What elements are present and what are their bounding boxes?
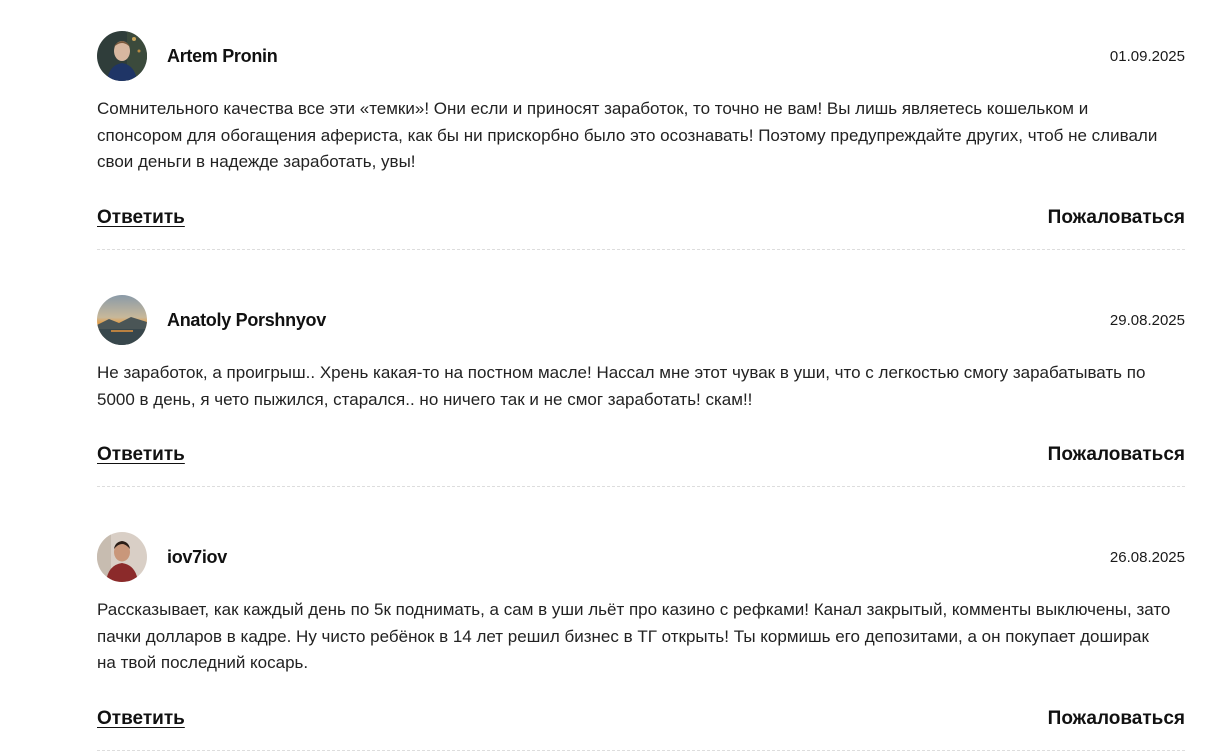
report-link[interactable]: Пожаловаться <box>1048 444 1185 466</box>
avatar[interactable] <box>97 295 147 345</box>
author-name: iov7iov <box>167 547 227 567</box>
author-name: Artem Pronin <box>167 46 278 66</box>
comment-header: Artem Pronin 01.09.2025 <box>97 31 1185 81</box>
avatar[interactable] <box>97 532 147 582</box>
comment-date: 29.08.2025 <box>1109 312 1185 329</box>
reply-link[interactable]: Ответить <box>97 708 185 730</box>
reply-link[interactable]: Ответить <box>97 444 185 466</box>
comment-item: Anatoly Porshnyov 29.08.2025 Не заработо… <box>97 295 1185 487</box>
comment-actions: Ответить Пожаловаться <box>97 436 1185 476</box>
reply-link[interactable]: Ответить <box>97 207 185 229</box>
comment-actions: Ответить Пожаловаться <box>97 199 1185 239</box>
comment-header: Anatoly Porshnyov 29.08.2025 <box>97 295 1185 345</box>
comment-date: 01.09.2025 <box>1109 48 1185 65</box>
comment-date: 26.08.2025 <box>1109 549 1185 566</box>
comment-header: iov7iov 26.08.2025 <box>97 532 1185 582</box>
report-link[interactable]: Пожаловаться <box>1048 207 1185 229</box>
comment-text: Не заработок, а проигрыш.. Хрень какая-т… <box>97 363 1146 409</box>
comment-actions: Ответить Пожаловаться <box>97 700 1185 740</box>
comment-text: Сомнительного качества все эти «темки»! … <box>97 99 1158 171</box>
avatar[interactable] <box>97 31 147 81</box>
comment-item: Artem Pronin 01.09.2025 Сомнительного ка… <box>97 31 1185 250</box>
comment-item: iov7iov 26.08.2025 Рассказывает, как каж… <box>97 532 1185 751</box>
comment-text: Рассказывает, как каждый день по 5к подн… <box>97 600 1171 672</box>
report-link[interactable]: Пожаловаться <box>1048 708 1185 730</box>
author-name: Anatoly Porshnyov <box>167 310 326 330</box>
